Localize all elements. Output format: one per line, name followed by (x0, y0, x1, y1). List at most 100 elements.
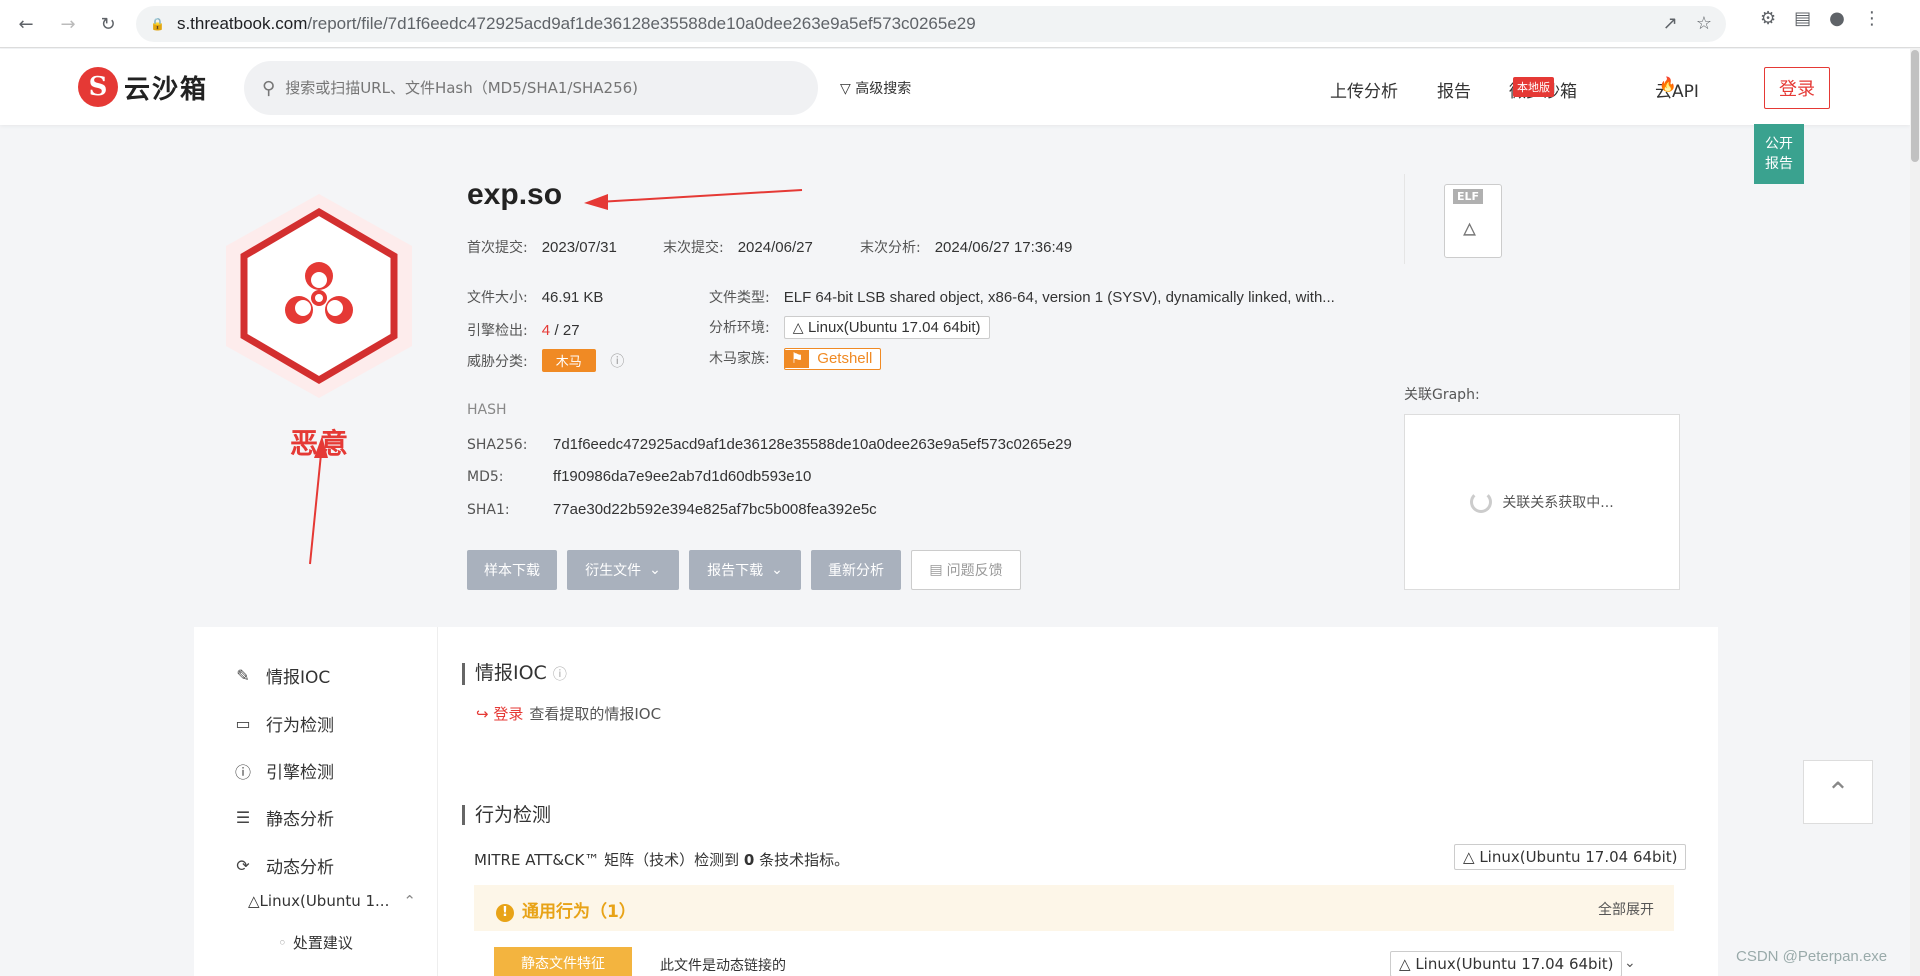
back-icon[interactable]: ← (10, 8, 42, 40)
search-input[interactable] (285, 79, 766, 97)
sidebar-item-label: 静态分析 (266, 810, 334, 830)
nav-upload-analysis[interactable]: 上传分析 (1330, 77, 1398, 102)
chevron-up-icon: ⌃ (403, 892, 416, 910)
public-report-line2: 报告 (1765, 156, 1793, 172)
behavior-item-env-chip[interactable]: △ Linux(Ubuntu 17.04 64bit) (1390, 951, 1623, 976)
site-logo[interactable]: S 云沙箱 (78, 67, 208, 107)
menu-icon[interactable]: ⋮ (1863, 8, 1881, 29)
behavior-item-env-label: Linux(Ubuntu 17.04 64bit) (1415, 955, 1614, 973)
md5-label: MD5: (467, 469, 504, 485)
site-header: S 云沙箱 ⚲ ▽ 高级搜索 上传分析 报告 微步沙箱本地版 云API🔥 登录 (0, 49, 1910, 125)
general-behavior-bar[interactable]: ! 通用行为（1） 全部展开 (474, 885, 1674, 931)
side-panel-icon[interactable]: ▤ (1794, 8, 1811, 29)
relation-graph-panel[interactable]: 关联关系获取中... (1404, 414, 1680, 590)
sidebar-sub-env[interactable]: △Linux(Ubuntu 1... ⌃ (248, 892, 416, 910)
reanalyze-button[interactable]: 重新分析 (811, 550, 901, 590)
scrollbar-thumb[interactable] (1911, 50, 1919, 162)
logo-text: 云沙箱 (124, 74, 209, 105)
search-icon: ⚲ (262, 77, 276, 99)
page-scrollbar[interactable] (1910, 48, 1920, 976)
dynamic-link-text: 此文件是动态链接的 (660, 958, 786, 974)
report-sidebar: ✎ 情报IOC ▭ 行为检测 ⓘ 引擎检测 ☰ 静态分析 ⟳ 动态分析 △Linux(Ub… (194, 627, 438, 976)
feedback-button[interactable]: ▤ 问题反馈 (911, 550, 1021, 590)
document-icon: ▤ (929, 562, 943, 578)
expand-all-link[interactable]: 全部展开 (1598, 899, 1654, 919)
mitre-count: 0 (743, 851, 755, 869)
cycle-icon: ⟳ (236, 856, 250, 875)
sidebar-item-behavior[interactable]: ▭ 行为检测 (232, 711, 334, 736)
sidebar-item-ioc[interactable]: ✎ 情报IOC (232, 663, 330, 688)
public-report-tag[interactable]: 公开 报告 (1754, 124, 1804, 184)
derived-files-button[interactable]: 衍生文件 ⌄ (567, 550, 679, 590)
linux-icon: △ (248, 892, 260, 910)
login-button[interactable]: 登录 (1764, 67, 1830, 109)
sha256-label: SHA256: (467, 437, 528, 453)
sidebar-item-static[interactable]: ☰ 静态分析 (232, 805, 334, 830)
sidebar-item-engine[interactable]: ⓘ 引擎检测 (232, 758, 334, 784)
monitor-pulse-icon: ▭ (235, 714, 251, 733)
share-icon[interactable]: ↗ (1663, 13, 1678, 34)
graph-loading-text: 关联关系获取中... (1502, 495, 1614, 511)
nav-report[interactable]: 报告 (1437, 77, 1471, 102)
sidebar-item-dynamic[interactable]: ⟳ 动态分析 (232, 853, 334, 878)
general-behavior-title: ! 通用行为（1） (496, 897, 636, 922)
annotation-arrow-up (309, 436, 328, 565)
local-edition-badge: 本地版 (1513, 77, 1554, 97)
sample-download-button[interactable]: 样本下载 (467, 550, 557, 590)
filter-icon: ▽ (840, 81, 856, 97)
address-bar[interactable]: 🔒 s.threatbook.com/report/file/7d1f6eedc… (136, 6, 1726, 42)
section-title-behavior: 行为检测 (462, 805, 551, 825)
md5-value: ff190986da7e9ee2ab7d1d60db593e10 (553, 468, 812, 485)
help-icon[interactable]: ⓘ (610, 354, 624, 370)
last-analysis-value: 2024/06/27 17:36:49 (934, 239, 1073, 256)
static-feature-tag[interactable]: 静态文件特征 (494, 947, 632, 976)
profile-icon[interactable]: ● (1829, 8, 1845, 29)
last-submit-label: 末次提交: (663, 240, 724, 256)
linux-icon: △ (1463, 848, 1480, 866)
login-arrow-icon: ↪ (476, 705, 494, 723)
help-icon[interactable]: ⓘ (553, 667, 567, 683)
sidebar-sub-item-label: 处置建议 (292, 934, 353, 952)
family-tag-icon: ⚑ (784, 350, 810, 368)
chevron-up-icon: ⌃ (1826, 775, 1850, 809)
engine-detect-label: 引擎检出: (467, 323, 528, 339)
analysis-env-chip: △ Linux(Ubuntu 17.04 64bit) (783, 316, 990, 339)
file-size-label: 文件大小: (467, 290, 528, 306)
sha1-label: SHA1: (467, 502, 510, 518)
dot-icon: ◦ (278, 934, 287, 952)
engine-total: / 27 (554, 322, 580, 339)
sidebar-item-label: 引擎检测 (266, 763, 334, 783)
back-to-top-button[interactable]: ⌃ (1803, 760, 1873, 824)
behavior-env-chip[interactable]: △ Linux(Ubuntu 17.04 64bit) (1454, 844, 1687, 870)
last-submit-value: 2024/06/27 (737, 239, 813, 256)
question-circle-icon: ⓘ (234, 762, 251, 782)
graph-label: 关联Graph: (1404, 387, 1480, 403)
sidebar-item-label: 情报IOC (266, 668, 331, 688)
sha256-value: 7d1f6eedc472925acd9af1de36128e35588de10a… (553, 436, 1072, 453)
linux-icon: △ (792, 320, 808, 336)
chevron-down-icon[interactable]: ⌄ (1624, 955, 1636, 971)
engine-hits: 4 (541, 322, 551, 339)
search-box[interactable]: ⚲ (244, 61, 818, 115)
advanced-search-link[interactable]: ▽ 高级搜索 (840, 78, 911, 98)
trojan-family-chip[interactable]: ⚑ Getshell (783, 348, 882, 370)
report-download-label: 报告下载 (707, 563, 764, 579)
elf-file-type-icon: ELF ▵ (1444, 184, 1502, 258)
login-link[interactable]: ↪ 登录 (476, 705, 523, 723)
file-name: exp.so (467, 178, 563, 211)
advanced-search-label: 高级搜索 (855, 81, 912, 97)
extensions-icon[interactable]: ⚙ (1760, 8, 1776, 29)
chevron-down-icon: ⌄ (649, 562, 661, 578)
threat-class-tag: 木马 (541, 349, 596, 372)
sha1-value: 77ae30d22b592e394e825af7bc5b008fea392e5c (553, 501, 877, 518)
sidebar-sub-item-disposal[interactable]: ◦ 处置建议 (278, 932, 353, 953)
linux-penguin-icon: ▵ (1463, 213, 1477, 243)
malicious-biohazard-icon (226, 194, 412, 398)
forward-icon[interactable]: → (52, 8, 84, 40)
report-download-button[interactable]: 报告下载 ⌄ (689, 550, 801, 590)
bookmark-star-icon[interactable]: ☆ (1696, 13, 1712, 34)
feedback-label: 问题反馈 (946, 563, 1003, 579)
watermark: CSDN @Peterpan.exe (1736, 948, 1888, 965)
reload-icon[interactable]: ↻ (92, 8, 124, 40)
mitre-text-pre: MITRE ATT&CK™ 矩阵（技术）检测到 (474, 851, 740, 869)
